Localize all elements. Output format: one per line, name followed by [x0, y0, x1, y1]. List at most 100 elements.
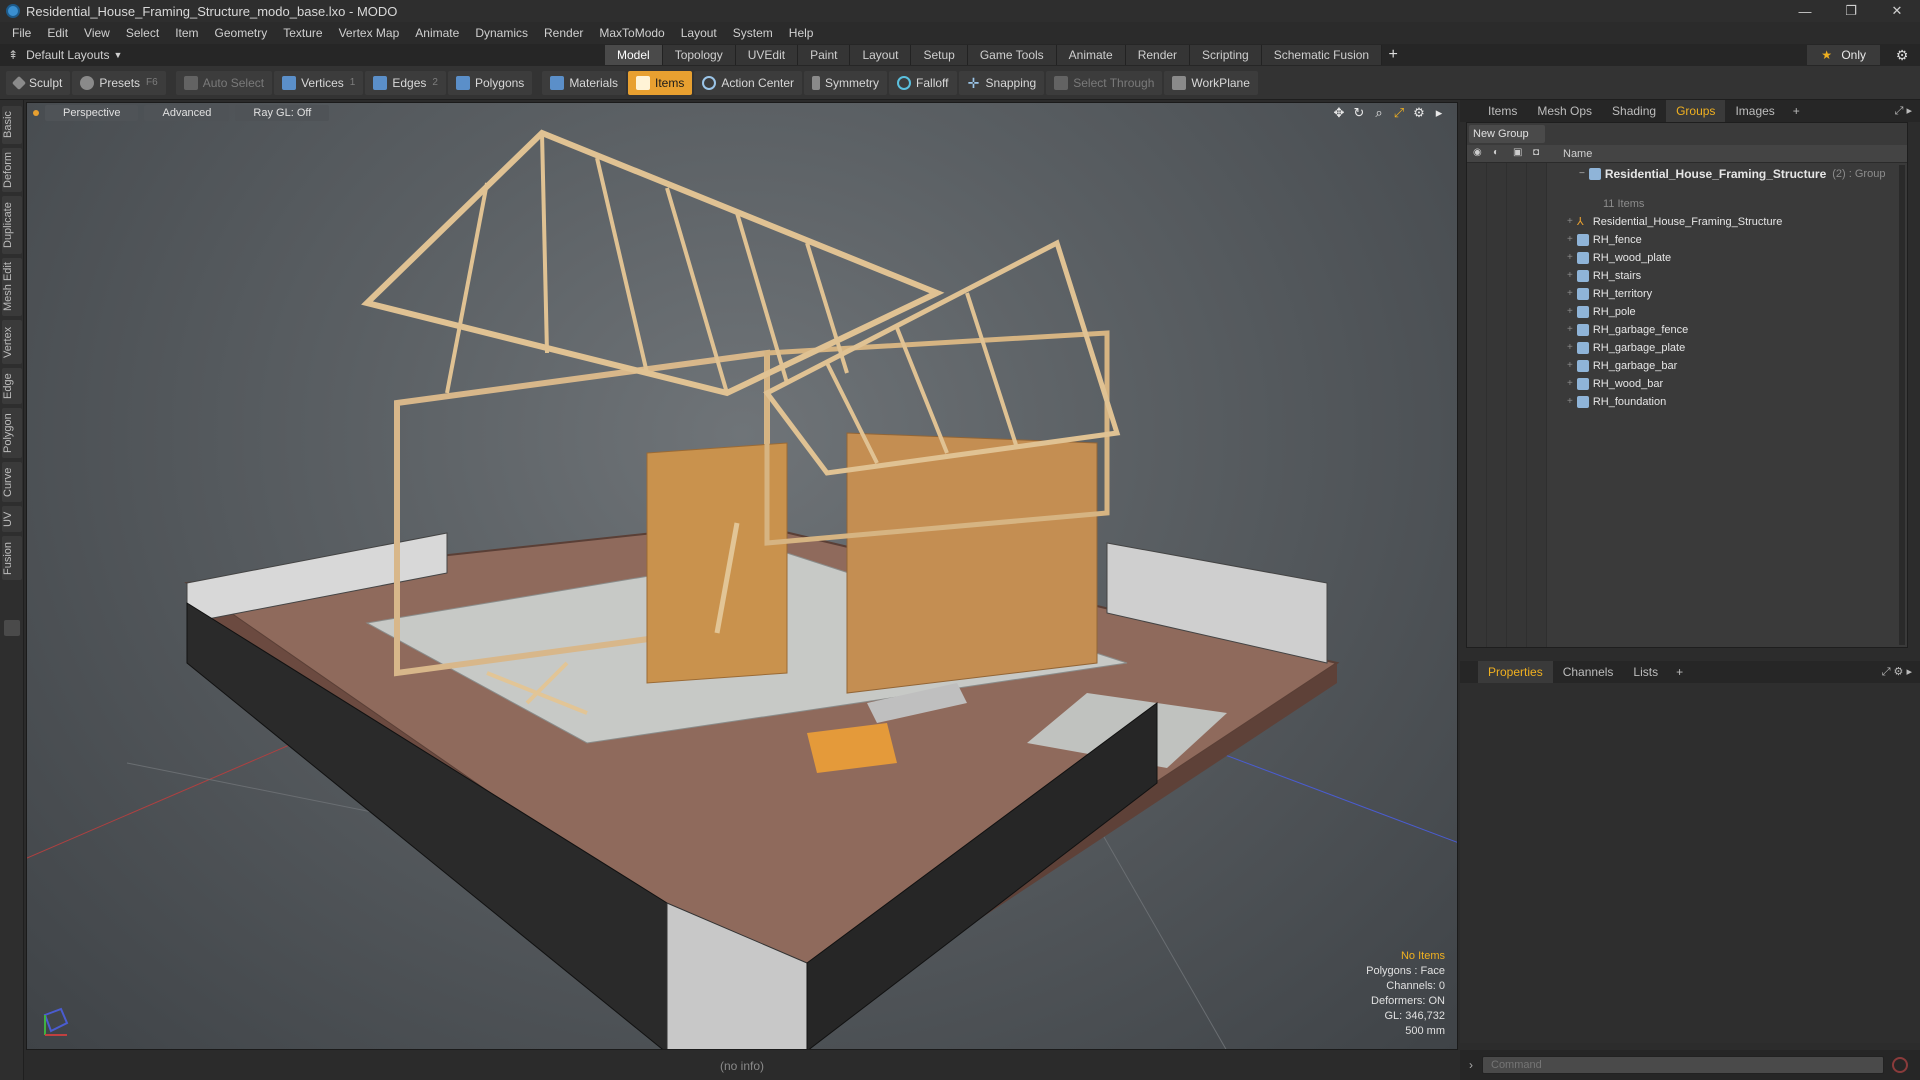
- restore-button[interactable]: ❐: [1828, 0, 1874, 22]
- tab-groups[interactable]: Groups: [1666, 100, 1726, 122]
- command-input[interactable]: [1482, 1056, 1884, 1074]
- list-item[interactable]: + RH_pole: [1567, 303, 1636, 321]
- tab-paint[interactable]: Paint: [798, 45, 851, 65]
- menu-animate[interactable]: Animate: [407, 22, 467, 44]
- tab-render[interactable]: Render: [1125, 45, 1191, 65]
- symmetry-button[interactable]: Symmetry: [804, 70, 888, 95]
- tab-uv[interactable]: UV: [2, 506, 22, 532]
- zoom-icon[interactable]: ⌕: [1369, 105, 1389, 121]
- lock-column[interactable]: [1507, 163, 1527, 647]
- menu-maxtomodo[interactable]: MaxToModo: [591, 22, 672, 44]
- sculpt-button[interactable]: Sculpt: [6, 70, 71, 95]
- tab-duplicate[interactable]: Duplicate: [2, 196, 22, 254]
- tab-setup[interactable]: Setup: [911, 45, 968, 65]
- tab-deform[interactable]: Deform: [2, 148, 22, 192]
- menu-view[interactable]: View: [76, 22, 118, 44]
- command-history-icon[interactable]: ›: [1460, 1058, 1482, 1072]
- tab-basic[interactable]: Basic: [2, 106, 22, 144]
- items-button[interactable]: Items: [628, 70, 693, 95]
- list-item[interactable]: + ⅄ Residential_House_Framing_Structure: [1567, 213, 1782, 231]
- rotate-icon[interactable]: ↻: [1349, 105, 1369, 121]
- polygons-button[interactable]: Polygons: [447, 70, 533, 95]
- menu-vertex-map[interactable]: Vertex Map: [331, 22, 408, 44]
- fit-icon[interactable]: ⤢: [1389, 105, 1409, 121]
- add-lower-tab-button[interactable]: +: [1668, 665, 1691, 679]
- menu-geometry[interactable]: Geometry: [207, 22, 276, 44]
- shading-mode-button[interactable]: Advanced: [144, 105, 230, 121]
- list-item[interactable]: + RH_wood_bar: [1567, 375, 1663, 393]
- workplane-button[interactable]: WorkPlane: [1164, 70, 1258, 95]
- tab-lists[interactable]: Lists: [1623, 661, 1668, 683]
- tab-model[interactable]: Model: [605, 45, 663, 65]
- list-item[interactable]: + RH_stairs: [1567, 267, 1641, 285]
- tab-game-tools[interactable]: Game Tools: [967, 45, 1057, 65]
- gear-icon[interactable]: ⚙: [1892, 45, 1912, 65]
- list-item[interactable]: + RH_garbage_bar: [1567, 357, 1677, 375]
- menu-dynamics[interactable]: Dynamics: [467, 22, 536, 44]
- group-row[interactable]: − Residential_House_Framing_Structure (2…: [1579, 165, 1885, 183]
- close-button[interactable]: ✕: [1874, 0, 1920, 22]
- tab-channels[interactable]: Channels: [1553, 661, 1624, 683]
- add-tab-button[interactable]: +: [1785, 104, 1808, 118]
- tab-fusion[interactable]: Fusion: [2, 536, 22, 580]
- tab-mesh-edit[interactable]: Mesh Edit: [2, 258, 22, 316]
- tab-scripting[interactable]: Scripting: [1190, 45, 1262, 65]
- menu-edit[interactable]: Edit: [39, 22, 76, 44]
- layout-dropdown[interactable]: Default Layouts ▼: [26, 48, 122, 62]
- tool-strip-toggle[interactable]: [4, 620, 20, 636]
- snapping-button[interactable]: ✛ Snapping: [958, 70, 1045, 95]
- tab-properties[interactable]: Properties: [1478, 661, 1553, 683]
- tab-mesh-ops[interactable]: Mesh Ops: [1527, 100, 1602, 122]
- tab-layout[interactable]: Layout: [850, 45, 912, 65]
- list-item[interactable]: + RH_garbage_fence: [1567, 321, 1688, 339]
- menu-system[interactable]: System: [725, 22, 781, 44]
- tab-images[interactable]: Images: [1725, 100, 1784, 122]
- menu-help[interactable]: Help: [781, 22, 822, 44]
- 3d-viewport[interactable]: Perspective Advanced Ray GL: Off ✥ ↻ ⌕ ⤢…: [26, 102, 1458, 1050]
- select-column[interactable]: [1527, 163, 1547, 647]
- menu-file[interactable]: File: [4, 22, 39, 44]
- tab-uvedit[interactable]: UVEdit: [735, 45, 799, 65]
- list-item[interactable]: + RH_wood_plate: [1567, 249, 1671, 267]
- record-icon[interactable]: [1892, 1057, 1908, 1073]
- groups-scrollbar[interactable]: [1899, 165, 1905, 645]
- lower-panel-expand-icon[interactable]: ⤢ ⚙ ▸: [1882, 665, 1912, 679]
- falloff-button[interactable]: Falloff: [889, 70, 957, 95]
- menu-select[interactable]: Select: [118, 22, 167, 44]
- vertices-button[interactable]: Vertices 1: [274, 70, 364, 95]
- menu-layout[interactable]: Layout: [673, 22, 725, 44]
- name-column-header[interactable]: Name: [1563, 145, 1592, 163]
- raygl-button[interactable]: Ray GL: Off: [235, 105, 330, 121]
- add-tab-button[interactable]: +: [1382, 44, 1404, 66]
- tab-vertex[interactable]: Vertex: [2, 320, 22, 364]
- tab-items[interactable]: Items: [1478, 100, 1527, 122]
- minimize-button[interactable]: —: [1782, 0, 1828, 22]
- tab-animate[interactable]: Animate: [1056, 45, 1126, 65]
- tab-polygon[interactable]: Polygon: [2, 408, 22, 458]
- tab-shading[interactable]: Shading: [1602, 100, 1666, 122]
- edges-button[interactable]: Edges 2: [365, 70, 446, 95]
- render-column[interactable]: [1487, 163, 1507, 647]
- tab-topology[interactable]: Topology: [662, 45, 736, 65]
- select-through-button[interactable]: Select Through: [1046, 70, 1163, 95]
- pan-icon[interactable]: ✥: [1329, 105, 1349, 121]
- action-center-button[interactable]: Action Center: [694, 70, 803, 95]
- viewport-menu-icon[interactable]: ▸: [1429, 105, 1449, 121]
- tab-edge[interactable]: Edge: [2, 368, 22, 404]
- view-mode-button[interactable]: Perspective: [45, 105, 139, 121]
- materials-button[interactable]: Materials: [542, 70, 626, 95]
- new-group-button[interactable]: New Group: [1469, 125, 1545, 143]
- only-toggle[interactable]: ★ Only: [1807, 45, 1880, 65]
- tab-schematic-fusion[interactable]: Schematic Fusion: [1261, 45, 1383, 65]
- presets-button[interactable]: Presets F6: [72, 70, 166, 95]
- list-item[interactable]: + RH_garbage_plate: [1567, 339, 1685, 357]
- visibility-column[interactable]: [1467, 163, 1487, 647]
- auto-select-button[interactable]: Auto Select: [175, 70, 273, 95]
- layout-expand-icon[interactable]: ⇞: [8, 48, 18, 62]
- list-item[interactable]: + RH_foundation: [1567, 393, 1666, 411]
- viewport-gear-icon[interactable]: ⚙: [1409, 105, 1429, 121]
- menu-texture[interactable]: Texture: [275, 22, 330, 44]
- list-item[interactable]: + RH_territory: [1567, 285, 1652, 303]
- menu-item[interactable]: Item: [167, 22, 206, 44]
- tab-curve[interactable]: Curve: [2, 462, 22, 502]
